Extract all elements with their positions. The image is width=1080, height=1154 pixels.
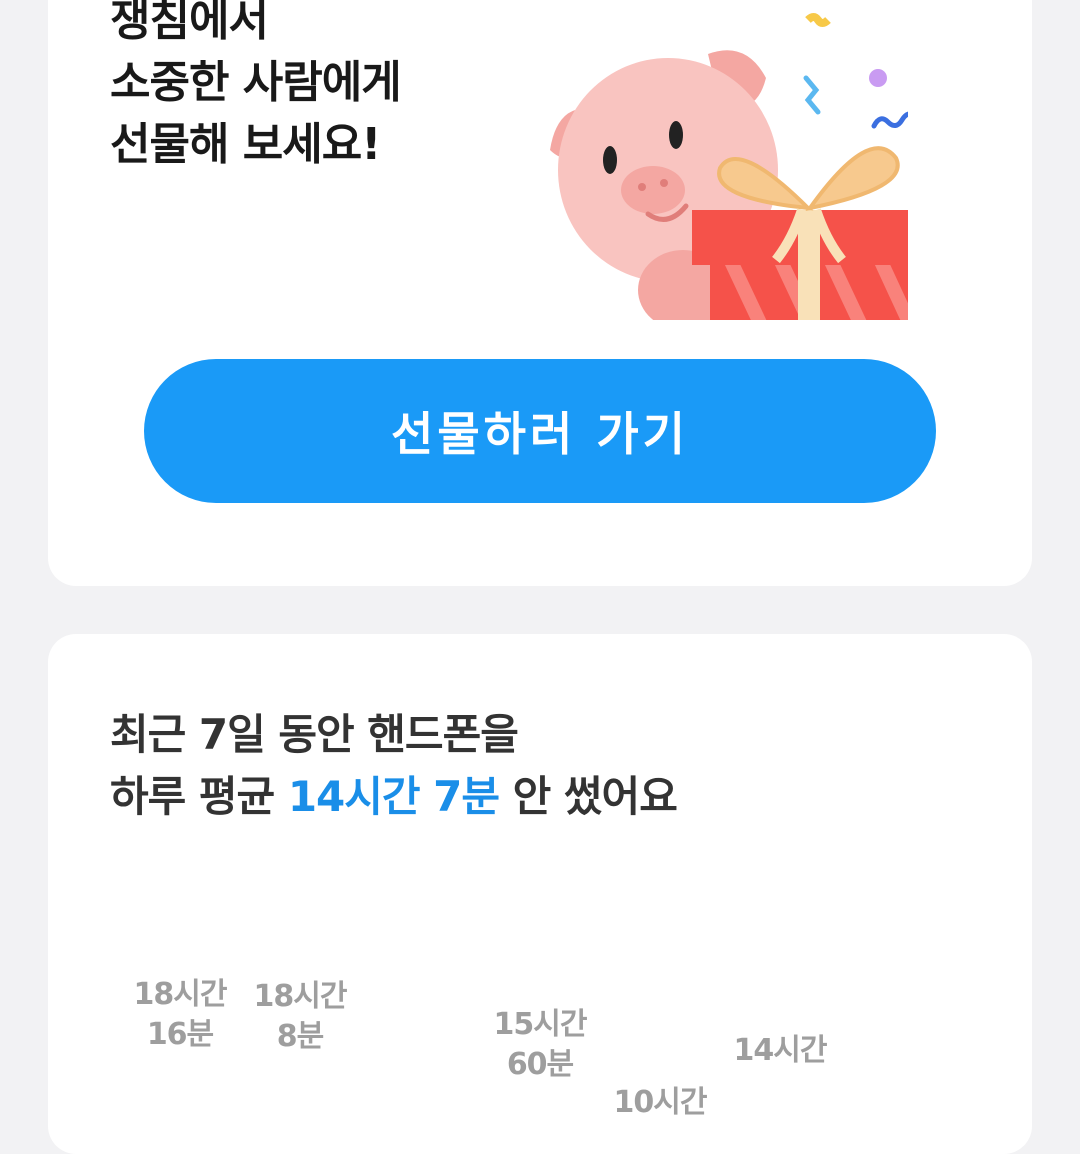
usage-heading: 최근 7일 동안 핸드폰을 하루 평균 14시간 7분 안 썼어요: [110, 704, 678, 828]
usage-heading-line: 하루 평균 14시간 7분 안 썼어요: [110, 766, 678, 828]
bar-minutes: 60분: [506, 1046, 574, 1082]
promo-heading-line: 선물해 보세요!: [110, 119, 381, 170]
promo-heading-line: 소중한 사람에게: [110, 57, 402, 108]
bar-value-label: 18시간 16분: [120, 975, 240, 1055]
usage-heading-line: 최근 7일 동안 핸드폰을: [110, 710, 519, 759]
gift-promo-card: 쟁침에서 소중한 사람에게 선물해 보세요! 선물하러 가기: [48, 0, 1032, 586]
pig-gift-illustration: [550, 13, 908, 320]
usage-prefix: 하루 평균: [110, 772, 275, 821]
confetti-icon: [805, 13, 831, 27]
confetti-icon: [803, 75, 821, 115]
average-time-highlight: 14시간 7분: [287, 772, 500, 821]
bar-value-label: 10시간: [600, 1083, 720, 1123]
bar-value-label: 14시간: [720, 1031, 840, 1071]
bar-hours: 18시간: [253, 978, 348, 1014]
gift-bow-icon: [805, 146, 900, 211]
bar-hours: 15시간: [493, 1006, 588, 1042]
pig-eye: [669, 121, 683, 149]
bar-hours: 18시간: [133, 976, 228, 1012]
confetti-icon: [871, 111, 908, 129]
confetti-icon: [869, 69, 887, 87]
bar-minutes: 16분: [146, 1016, 214, 1052]
usage-suffix: 안 썼어요: [512, 772, 678, 821]
bar-value-label: 18시간 8분: [240, 977, 360, 1057]
bar-hours: 10시간: [613, 1085, 708, 1121]
promo-heading: 쟁침에서 소중한 사람에게 선물해 보세요!: [110, 0, 402, 176]
go-gift-button[interactable]: 선물하러 가기: [144, 359, 936, 503]
phone-usage-card: 최근 7일 동안 핸드폰을 하루 평균 14시간 7분 안 썼어요 18시간 16…: [48, 634, 1032, 1154]
bar-value-label: 15시간 60분: [480, 1005, 600, 1085]
bar-hours: 14시간: [733, 1032, 828, 1068]
bar-minutes: 8분: [276, 1018, 324, 1054]
pig-snout: [621, 166, 685, 214]
promo-heading-line: 쟁침에서: [110, 0, 269, 46]
pig-eye: [603, 146, 617, 174]
